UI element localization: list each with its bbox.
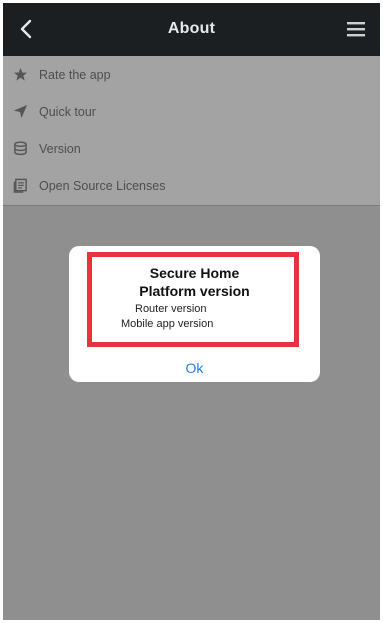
list-divider (3, 205, 380, 206)
router-version-text: Router version (135, 303, 207, 315)
dialog-title: Secure Home Platform version (69, 264, 320, 300)
menu-item-label: Rate the app (39, 68, 111, 82)
top-app-bar: About (3, 3, 380, 56)
about-menu-list: Rate the app Quick tour Version Open Sou… (3, 56, 380, 205)
document-icon (13, 178, 27, 193)
menu-item-rate-app[interactable]: Rate the app (3, 56, 380, 93)
database-icon (14, 141, 27, 156)
dialog-title-line-1: Secure Home (149, 265, 240, 281)
dialog-title-line-2: Platform version (139, 283, 250, 299)
menu-item-label: Quick tour (39, 105, 96, 119)
menu-item-label: Version (39, 142, 81, 156)
star-icon (13, 67, 28, 81)
hamburger-icon (347, 22, 365, 37)
menu-item-open-source-licenses[interactable]: Open Source Licenses (3, 167, 380, 205)
version-dialog: Secure Home Platform version Router vers… (69, 246, 320, 382)
app-screen: About Rate the app Quick tour Version Op… (3, 3, 380, 620)
menu-item-version[interactable]: Version (3, 130, 380, 167)
send-icon (13, 104, 28, 119)
mobile-app-version-text: Mobile app version (121, 318, 214, 330)
ok-button[interactable]: Ok (69, 360, 320, 376)
menu-item-label: Open Source Licenses (39, 179, 166, 193)
hamburger-menu-button[interactable] (344, 17, 368, 41)
page-title: About (167, 20, 216, 37)
menu-item-quick-tour[interactable]: Quick tour (3, 93, 380, 130)
